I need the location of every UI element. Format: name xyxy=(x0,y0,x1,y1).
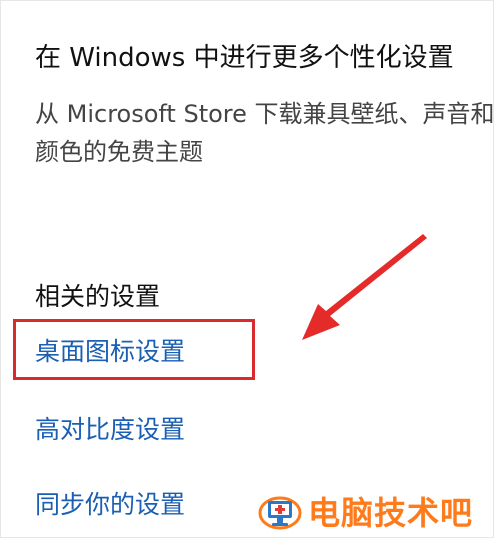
related-settings-title: 相关的设置 xyxy=(35,282,161,311)
sync-settings-link[interactable]: 同步你的设置 xyxy=(35,488,185,522)
highlight-box xyxy=(13,319,255,380)
store-theme-link[interactable]: 从 Microsoft Store 下载兼具壁纸、声音和颜色的免费主题 xyxy=(35,95,495,171)
high-contrast-settings-link[interactable]: 高对比度设置 xyxy=(35,413,185,447)
computer-icon xyxy=(258,496,302,530)
settings-panel xyxy=(0,0,494,538)
watermark-text: 电脑技术吧 xyxy=(308,494,474,532)
store-section-title: 在 Windows 中进行更多个性化设置 xyxy=(35,43,454,73)
watermark: 电脑技术吧 xyxy=(258,488,473,534)
